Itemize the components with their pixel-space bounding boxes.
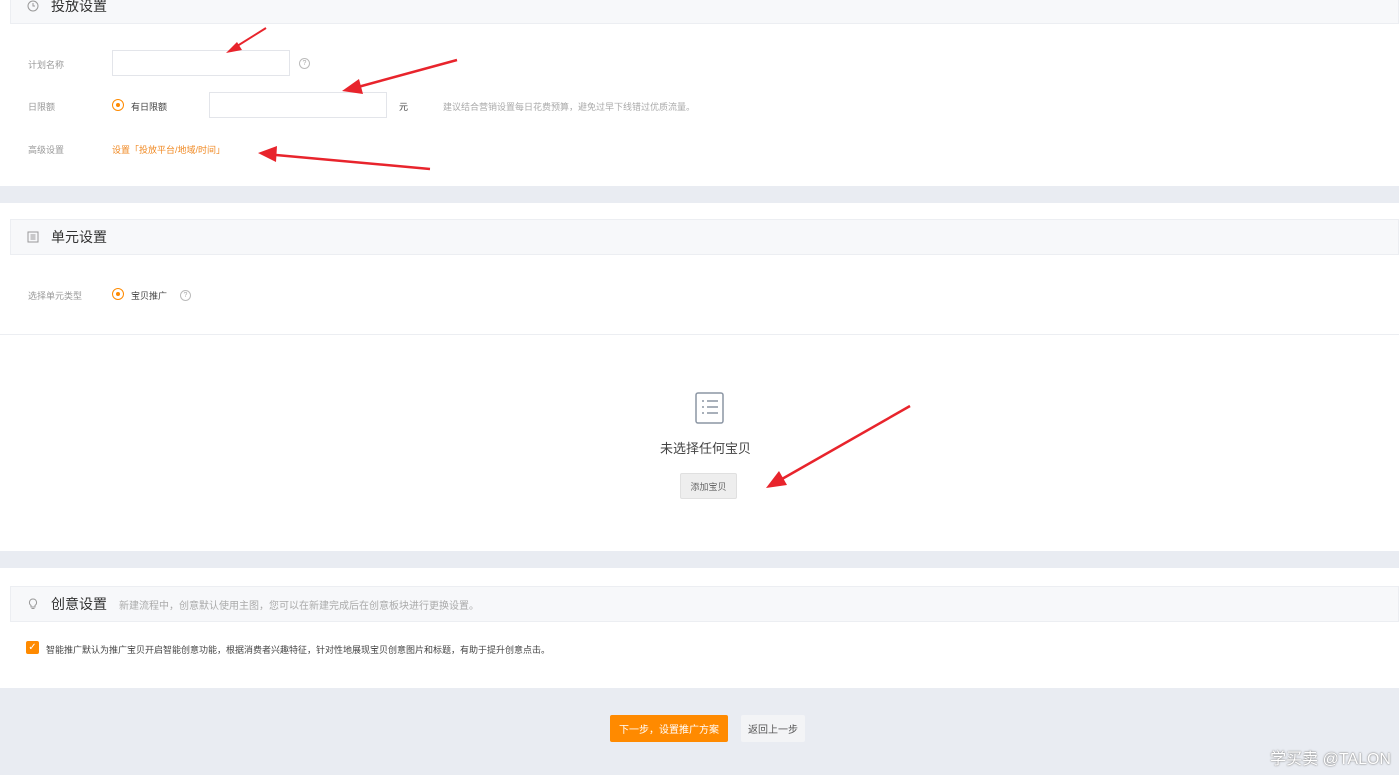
budget-radio[interactable] bbox=[112, 99, 124, 111]
delivery-settings-header: 投放设置 bbox=[10, 0, 1399, 24]
creative-settings-panel: 创意设置 新建流程中，创意默认使用主图，您可以在新建完成后在创意板块进行更换设置… bbox=[0, 568, 1399, 688]
unit-type-label: 选择单元类型 bbox=[28, 291, 83, 301]
empty-list-icon bbox=[695, 392, 725, 429]
lightbulb-icon bbox=[27, 597, 41, 611]
add-item-button[interactable]: 添加宝贝 bbox=[680, 473, 737, 499]
back-button[interactable]: 返回上一步 bbox=[741, 715, 805, 742]
creative-settings-desc: 新建流程中，创意默认使用主图，您可以在新建完成后在创意板块进行更换设置。 bbox=[119, 600, 479, 612]
plan-name-help-icon[interactable]: ? bbox=[299, 58, 310, 69]
watermark: 学买卖 @TALON bbox=[1270, 751, 1391, 768]
empty-state-text: 未选择任何宝贝 bbox=[660, 441, 752, 456]
plan-name-input[interactable] bbox=[112, 50, 290, 76]
creative-settings-header: 创意设置 新建流程中，创意默认使用主图，您可以在新建完成后在创意板块进行更换设置… bbox=[10, 586, 1399, 622]
unit-type-radio[interactable] bbox=[112, 288, 124, 300]
advanced-settings-label: 高级设置 bbox=[28, 145, 65, 155]
smart-creative-text: 智能推广默认为推广宝贝开启智能创意功能，根据消费者兴趣特征，针对性地展现宝贝创意… bbox=[46, 645, 551, 655]
plan-name-label: 计划名称 bbox=[28, 60, 65, 70]
advanced-settings-link[interactable]: 设置「投放平台/地域/时间」 bbox=[112, 143, 225, 156]
unit-settings-title: 单元设置 bbox=[51, 229, 107, 245]
creative-settings-title: 创意设置 bbox=[51, 596, 107, 612]
unit-type-help-icon[interactable]: ? bbox=[180, 290, 191, 301]
unit-type-option-label: 宝贝推广 bbox=[131, 291, 168, 301]
budget-hint: 建议结合营销设置每日花费预算，避免过早下线错过优质流量。 bbox=[443, 102, 696, 112]
unit-grid-icon bbox=[27, 230, 41, 244]
budget-option-label: 有日限额 bbox=[131, 102, 168, 112]
smart-creative-checkbox[interactable]: ✓ bbox=[26, 641, 39, 654]
delivery-settings-title: 投放设置 bbox=[51, 0, 107, 14]
budget-unit: 元 bbox=[399, 102, 409, 112]
budget-input[interactable] bbox=[209, 92, 387, 118]
delivery-settings-panel: 投放设置 计划名称 ? 日限额 有日限额 元 建议结合营销设置每日花费预算，避免… bbox=[0, 0, 1399, 186]
unit-settings-header: 单元设置 bbox=[10, 219, 1399, 255]
clock-icon bbox=[27, 0, 41, 13]
unit-divider bbox=[0, 334, 1399, 335]
budget-label: 日限额 bbox=[28, 102, 56, 112]
next-step-button[interactable]: 下一步，设置推广方案 bbox=[610, 715, 728, 742]
